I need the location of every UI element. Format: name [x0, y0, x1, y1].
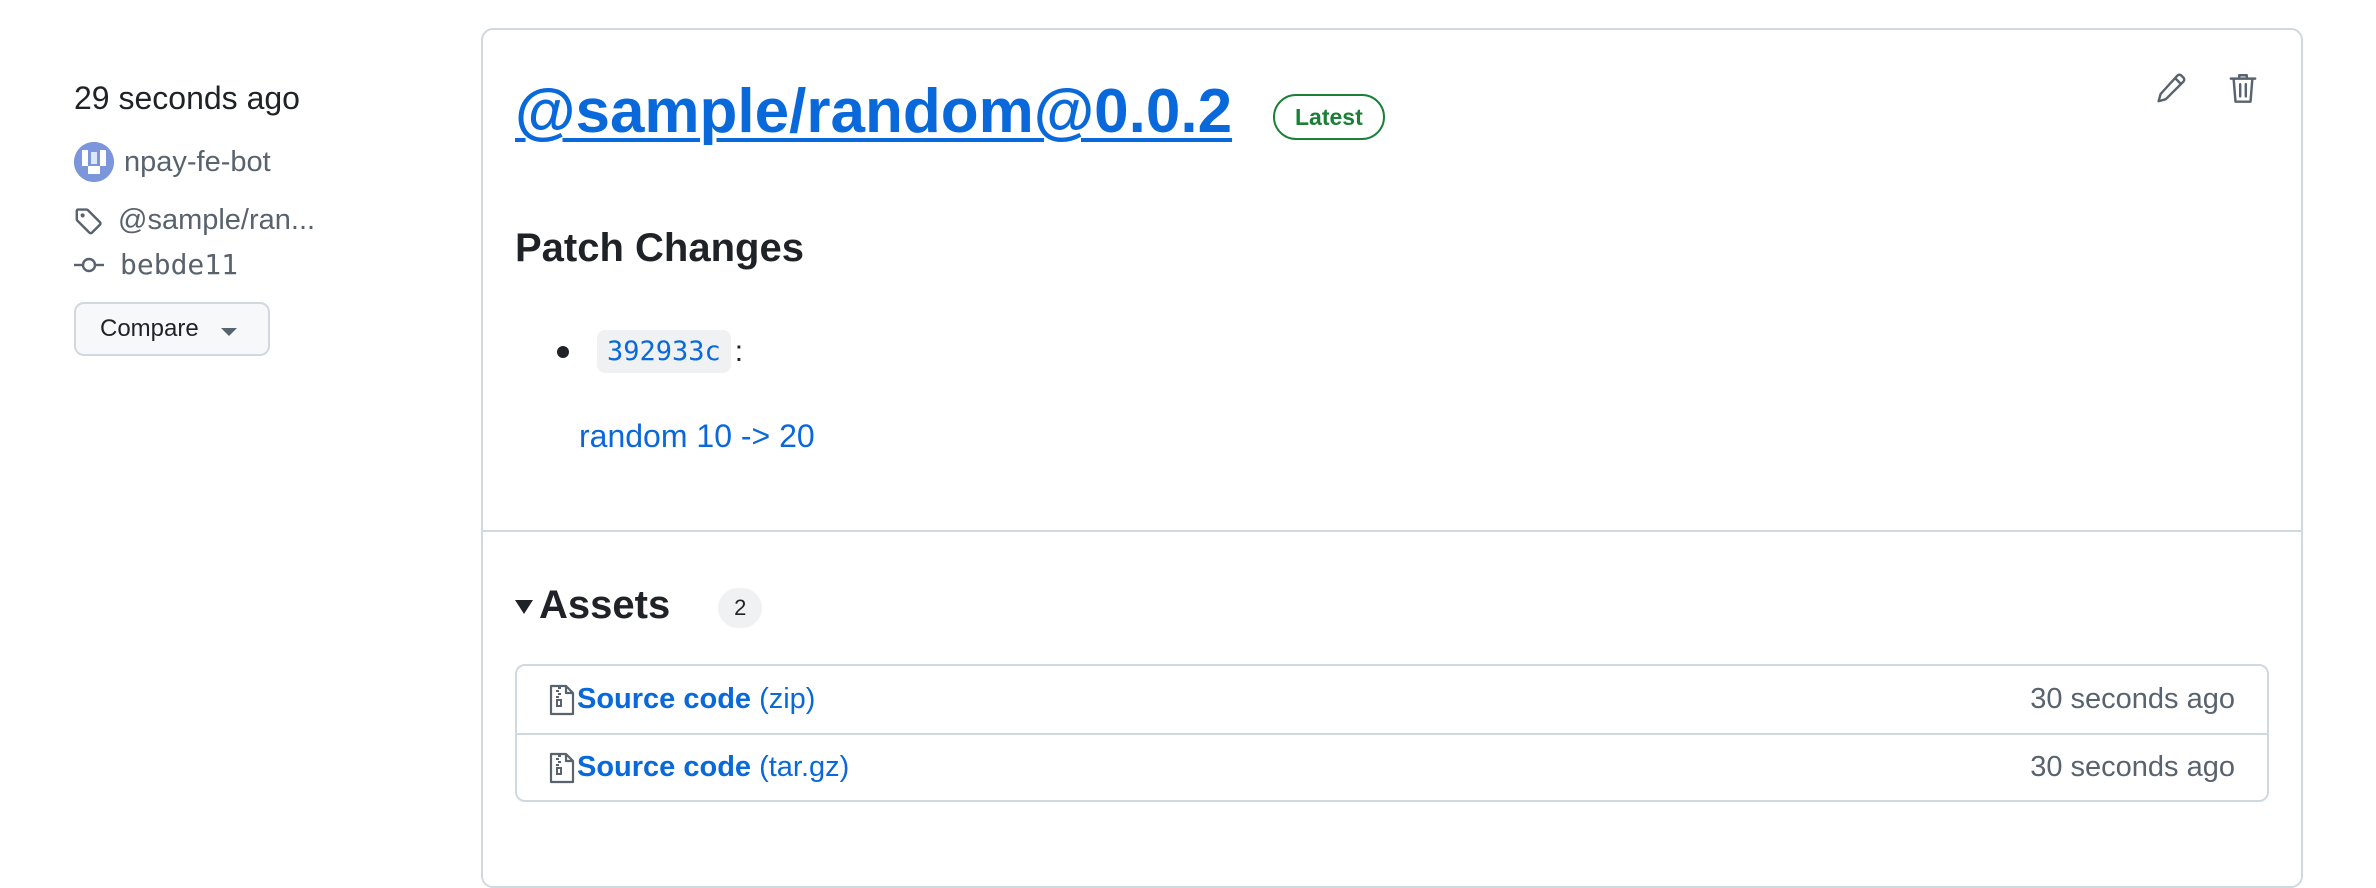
asset-time: 30 seconds ago: [2030, 751, 2235, 783]
asset-type[interactable]: (zip): [759, 683, 815, 716]
avatar[interactable]: [74, 142, 114, 182]
commit-sha-link[interactable]: 392933c: [597, 330, 731, 373]
patch-changes-heading: Patch Changes: [515, 226, 804, 270]
git-commit-icon: [74, 257, 104, 272]
chevron-down-icon: [220, 328, 237, 336]
asset-type[interactable]: (tar.gz): [759, 751, 849, 784]
assets-heading: Assets: [539, 582, 671, 627]
trash-icon: [2229, 74, 2257, 103]
assets-count-badge: 2: [718, 588, 763, 628]
author[interactable]: npay-fe-bot: [74, 142, 271, 182]
tag-icon: [75, 207, 102, 234]
asset-link[interactable]: Source code: [577, 683, 751, 716]
compare-button[interactable]: Compare: [74, 302, 270, 356]
separator: :: [734, 334, 744, 368]
asset-time: 30 seconds ago: [2030, 683, 2235, 715]
commit-sha[interactable]: bebde11: [120, 248, 238, 281]
asset-row: Source code (tar.gz) 30 seconds ago: [517, 733, 2267, 800]
delete-button[interactable]: [2227, 70, 2259, 106]
avatar-pattern-icon: [74, 142, 114, 182]
author-name[interactable]: npay-fe-bot: [124, 146, 271, 179]
edit-button[interactable]: [2155, 70, 2187, 106]
change-description-link[interactable]: random 10 -> 20: [579, 418, 815, 455]
asset-row: Source code (zip) 30 seconds ago: [517, 666, 2267, 733]
compare-button-label: Compare: [100, 315, 199, 342]
release-actions: [2155, 70, 2259, 106]
file-zip-icon: [549, 752, 575, 783]
latest-badge: Latest: [1273, 94, 1385, 140]
release-card: @sample/random@0.0.2 Latest Patch Change…: [481, 28, 2303, 888]
divider: [483, 530, 2301, 532]
triangle-down-icon: [515, 600, 533, 614]
tag-link[interactable]: @sample/ran...: [74, 204, 315, 237]
assets-toggle[interactable]: Assets 2: [515, 582, 763, 628]
tag-label[interactable]: @sample/ran...: [118, 204, 315, 237]
assets-list: Source code (zip) 30 seconds ago Source …: [515, 664, 2269, 802]
pencil-icon: [2157, 73, 2186, 103]
release-title[interactable]: @sample/random@0.0.2: [515, 76, 1232, 147]
published-time: 29 seconds ago: [74, 80, 300, 116]
list-item: 392933c :: [517, 330, 743, 373]
list-bullet: [557, 345, 569, 358]
file-zip-icon: [549, 684, 575, 715]
commit-link[interactable]: bebde11: [74, 248, 238, 281]
asset-link[interactable]: Source code: [577, 751, 751, 784]
